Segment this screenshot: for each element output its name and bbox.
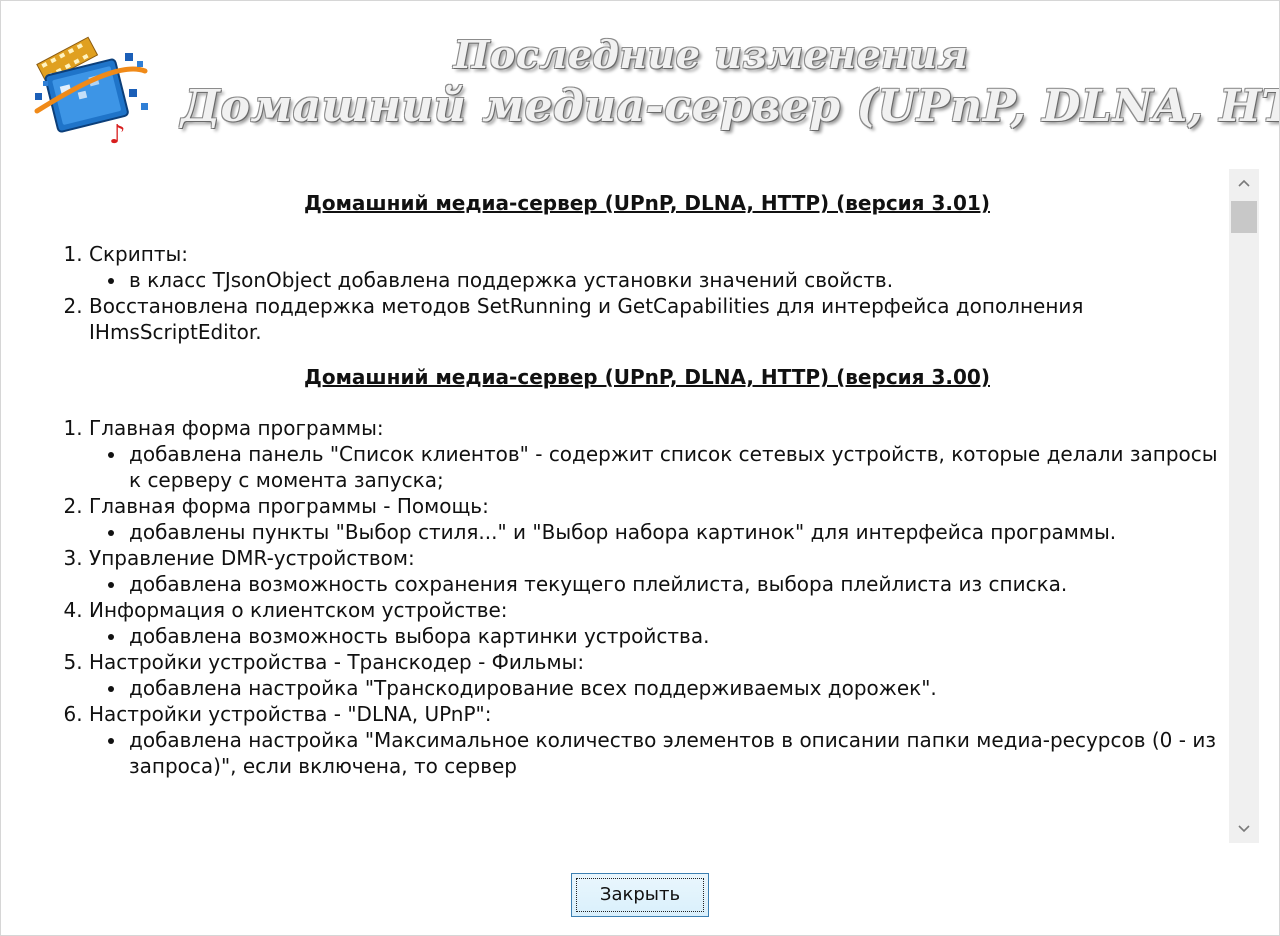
change-label: Скрипты: bbox=[89, 242, 188, 266]
window-title-line1: Последние изменения bbox=[453, 32, 969, 77]
window-title-line2: Домашний медиа-сервер (UPnP, DLNA, HTTP) bbox=[181, 81, 1280, 132]
chevron-down-icon[interactable] bbox=[1229, 815, 1259, 843]
change-bullets: добавлена возможность сохранения текущег… bbox=[89, 571, 1227, 597]
version-section: Домашний медиа-сервер (UPnP, DLNA, HTTP)… bbox=[57, 189, 1227, 345]
change-item: Восстановлена поддержка методов SetRunni… bbox=[89, 293, 1227, 345]
change-bullet: добавлена настройка "Транскодирование вс… bbox=[127, 675, 1227, 701]
changelog-window: ♪ Последние изменения Домашний медиа-сер… bbox=[0, 0, 1280, 936]
version-title: Домашний медиа-сервер (UPnP, DLNA, HTTP)… bbox=[304, 365, 990, 389]
vertical-scrollbar[interactable] bbox=[1229, 169, 1259, 843]
version-title: Домашний медиа-сервер (UPnP, DLNA, HTTP)… bbox=[304, 191, 990, 215]
change-item: Главная форма программы: добавлена панел… bbox=[89, 415, 1227, 493]
change-bullet: добавлена возможность сохранения текущег… bbox=[127, 571, 1227, 597]
change-bullets: добавлена настройка "Транскодирование вс… bbox=[89, 675, 1227, 701]
change-bullet: добавлена возможность выбора картинки ус… bbox=[127, 623, 1227, 649]
change-label: Настройки устройства - "DLNA, UPnP": bbox=[89, 702, 492, 726]
scrollbar-thumb[interactable] bbox=[1231, 201, 1257, 233]
change-label: Главная форма программы - Помощь: bbox=[89, 494, 489, 518]
change-label: Главная форма программы: bbox=[89, 416, 384, 440]
close-button[interactable]: Закрыть bbox=[571, 873, 709, 917]
change-label: Настройки устройства - Транскодер - Филь… bbox=[89, 650, 585, 674]
chevron-up-icon[interactable] bbox=[1229, 169, 1259, 197]
change-bullet: в класс TJsonObject добавлена поддержка … bbox=[127, 267, 1227, 293]
change-bullet: добавлена панель "Список клиентов" - сод… bbox=[127, 441, 1227, 493]
change-bullets: добавлена настройка "Максимальное количе… bbox=[89, 727, 1227, 779]
change-bullets: добавлена панель "Список клиентов" - сод… bbox=[89, 441, 1227, 493]
header: ♪ Последние изменения Домашний медиа-сер… bbox=[1, 1, 1279, 161]
svg-text:♪: ♪ bbox=[109, 120, 126, 147]
close-button-label: Закрыть bbox=[599, 884, 681, 905]
change-item: Управление DMR-устройством: добавлена во… bbox=[89, 545, 1227, 597]
change-label: Управление DMR-устройством: bbox=[89, 546, 415, 570]
changes-list: Главная форма программы: добавлена панел… bbox=[57, 415, 1227, 779]
change-bullet: добавлена настройка "Максимальное количе… bbox=[127, 727, 1227, 779]
change-item: Главная форма программы - Помощь: добавл… bbox=[89, 493, 1227, 545]
media-server-logo-icon: ♪ bbox=[34, 36, 148, 147]
change-item: Информация о клиентском устройстве: доба… bbox=[89, 597, 1227, 649]
change-item: Настройки устройства - Транскодер - Филь… bbox=[89, 649, 1227, 701]
change-item: Настройки устройства - "DLNA, UPnP": доб… bbox=[89, 701, 1227, 779]
change-item: Скрипты: в класс TJsonObject добавлена п… bbox=[89, 241, 1227, 293]
change-label: Информация о клиентском устройстве: bbox=[89, 598, 508, 622]
change-bullets: в класс TJsonObject добавлена поддержка … bbox=[89, 267, 1227, 293]
change-bullet: добавлены пункты "Выбор стиля..." и "Выб… bbox=[127, 519, 1227, 545]
changes-list: Скрипты: в класс TJsonObject добавлена п… bbox=[57, 241, 1227, 345]
change-label: Восстановлена поддержка методов SetRunni… bbox=[89, 294, 1084, 344]
change-bullets: добавлены пункты "Выбор стиля..." и "Выб… bbox=[89, 519, 1227, 545]
version-section: Домашний медиа-сервер (UPnP, DLNA, HTTP)… bbox=[57, 363, 1227, 779]
change-bullets: добавлена возможность выбора картинки ус… bbox=[89, 623, 1227, 649]
changelog-content[interactable]: Домашний медиа-сервер (UPnP, DLNA, HTTP)… bbox=[29, 169, 1227, 843]
